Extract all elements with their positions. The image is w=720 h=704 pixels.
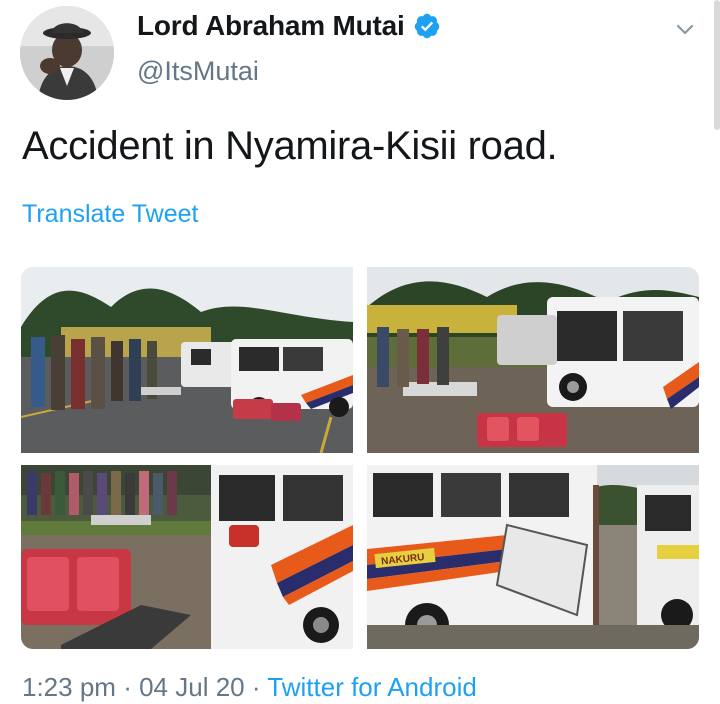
tweet-photo-1[interactable]: [21, 267, 353, 453]
tweet-meta: 1:23 pm · 04 Jul 20 · Twitter for Androi…: [22, 672, 477, 703]
tweet-time[interactable]: 1:23 pm: [22, 672, 116, 702]
verified-badge-icon: [413, 12, 441, 40]
tweet-card: Lord Abraham Mutai @ItsMutai Accident in…: [0, 0, 720, 704]
tweet-date[interactable]: 04 Jul 20: [139, 672, 245, 702]
tweet-photo-3[interactable]: [21, 465, 353, 649]
tweet-text: Accident in Nyamira-Kisii road.: [22, 124, 558, 168]
scrollbar[interactable]: [714, 0, 720, 130]
author-name-row: Lord Abraham Mutai: [137, 10, 441, 42]
author-display-name[interactable]: Lord Abraham Mutai: [137, 10, 405, 42]
media-grid: NAKURU: [21, 267, 699, 649]
avatar[interactable]: [20, 6, 114, 100]
meta-separator: ·: [123, 672, 132, 702]
author-handle[interactable]: @ItsMutai: [137, 56, 259, 87]
translate-tweet-link[interactable]: Translate Tweet: [22, 200, 198, 229]
tweet-source-link[interactable]: Twitter for Android: [267, 672, 477, 702]
tweet-photo-4[interactable]: NAKURU: [367, 465, 699, 649]
chevron-down-icon[interactable]: [674, 18, 696, 40]
tweet-photo-2[interactable]: [367, 267, 699, 453]
meta-separator: ·: [251, 672, 261, 702]
